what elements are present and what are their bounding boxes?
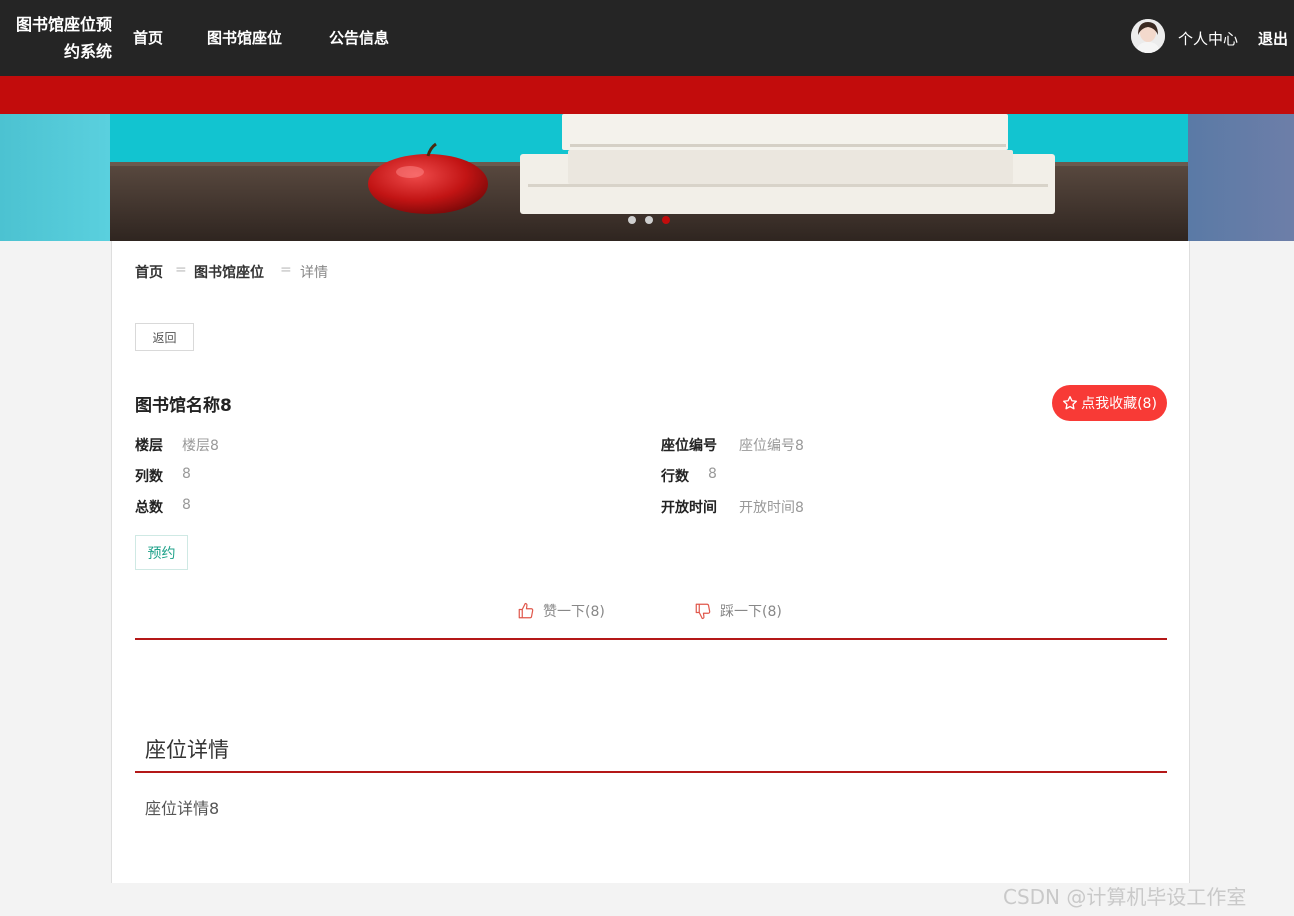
- thumbs-down-icon: [695, 603, 711, 620]
- logout-link[interactable]: 退出: [1258, 28, 1288, 49]
- field-label-rows: 行数: [661, 469, 689, 485]
- breadcrumb-library-seats[interactable]: 图书馆座位: [194, 262, 264, 282]
- carousel-dot-2[interactable]: [645, 216, 653, 224]
- field-value-columns: 8: [182, 466, 191, 482]
- breadcrumb-separator: =: [175, 262, 187, 278]
- field-label-floor: 楼层: [135, 438, 163, 454]
- top-navbar: 图书馆座位预 约系统 首页 图书馆座位 公告信息 个人中心 退出: [0, 0, 1294, 76]
- section-divider: [135, 771, 1167, 773]
- field-value-rows: 8: [708, 466, 717, 482]
- red-accent-bar: [0, 76, 1294, 114]
- star-icon: [1063, 396, 1078, 410]
- breadcrumb-home[interactable]: 首页: [135, 262, 163, 282]
- field-value-open-time: 开放时间8: [739, 500, 804, 516]
- back-button[interactable]: 返回: [135, 323, 194, 351]
- section-body: 座位详情8: [145, 799, 220, 818]
- carousel-dot-1[interactable]: [628, 216, 636, 224]
- favorite-button[interactable]: 点我收藏(8): [1052, 385, 1167, 421]
- breadcrumb-separator: =: [280, 262, 292, 278]
- field-label-columns: 列数: [135, 469, 163, 485]
- nav-announcements[interactable]: 公告信息: [329, 27, 389, 48]
- carousel-dot-3-active[interactable]: [662, 216, 670, 224]
- field-label-open-time: 开放时间: [661, 500, 717, 516]
- field-value-seat-number: 座位编号8: [739, 438, 804, 454]
- reserve-button[interactable]: 预约: [135, 535, 188, 570]
- section-title: 座位详情: [145, 738, 229, 762]
- like-label: 赞一下(8): [543, 604, 605, 620]
- banner-left-edge: [0, 114, 110, 241]
- profile-link[interactable]: 个人中心: [1178, 28, 1238, 49]
- brand-line-1: 图书馆座位预: [15, 15, 112, 34]
- library-name-title: 图书馆名称8: [135, 396, 232, 416]
- dislike-button[interactable]: 踩一下(8): [694, 601, 782, 621]
- field-label-total: 总数: [135, 500, 163, 516]
- watermark-text: CSDN @计算机毕设工作室: [1003, 885, 1247, 909]
- banner-right-edge: [1188, 114, 1294, 241]
- detail-panel: 首页 = 图书馆座位 = 详情 返回 图书馆名称8 点我收藏(8) 楼层 楼层8…: [111, 241, 1190, 883]
- thumbs-up-icon: [518, 602, 534, 619]
- favorite-label: 点我收藏(8): [1081, 396, 1157, 412]
- breadcrumb-current: 详情: [300, 265, 328, 281]
- user-avatar[interactable]: [1131, 19, 1165, 53]
- nav-library-seats[interactable]: 图书馆座位: [207, 27, 282, 48]
- nav-home[interactable]: 首页: [133, 27, 163, 48]
- like-button[interactable]: 赞一下(8): [517, 601, 605, 621]
- field-value-total: 8: [182, 497, 191, 513]
- dislike-label: 踩一下(8): [720, 604, 782, 620]
- divider: [135, 638, 1167, 640]
- brand-line-2: 约系统: [63, 42, 112, 61]
- field-value-floor: 楼层8: [182, 438, 219, 454]
- field-label-seat-number: 座位编号: [661, 438, 717, 454]
- site-brand[interactable]: 图书馆座位预 约系统: [2, 11, 112, 65]
